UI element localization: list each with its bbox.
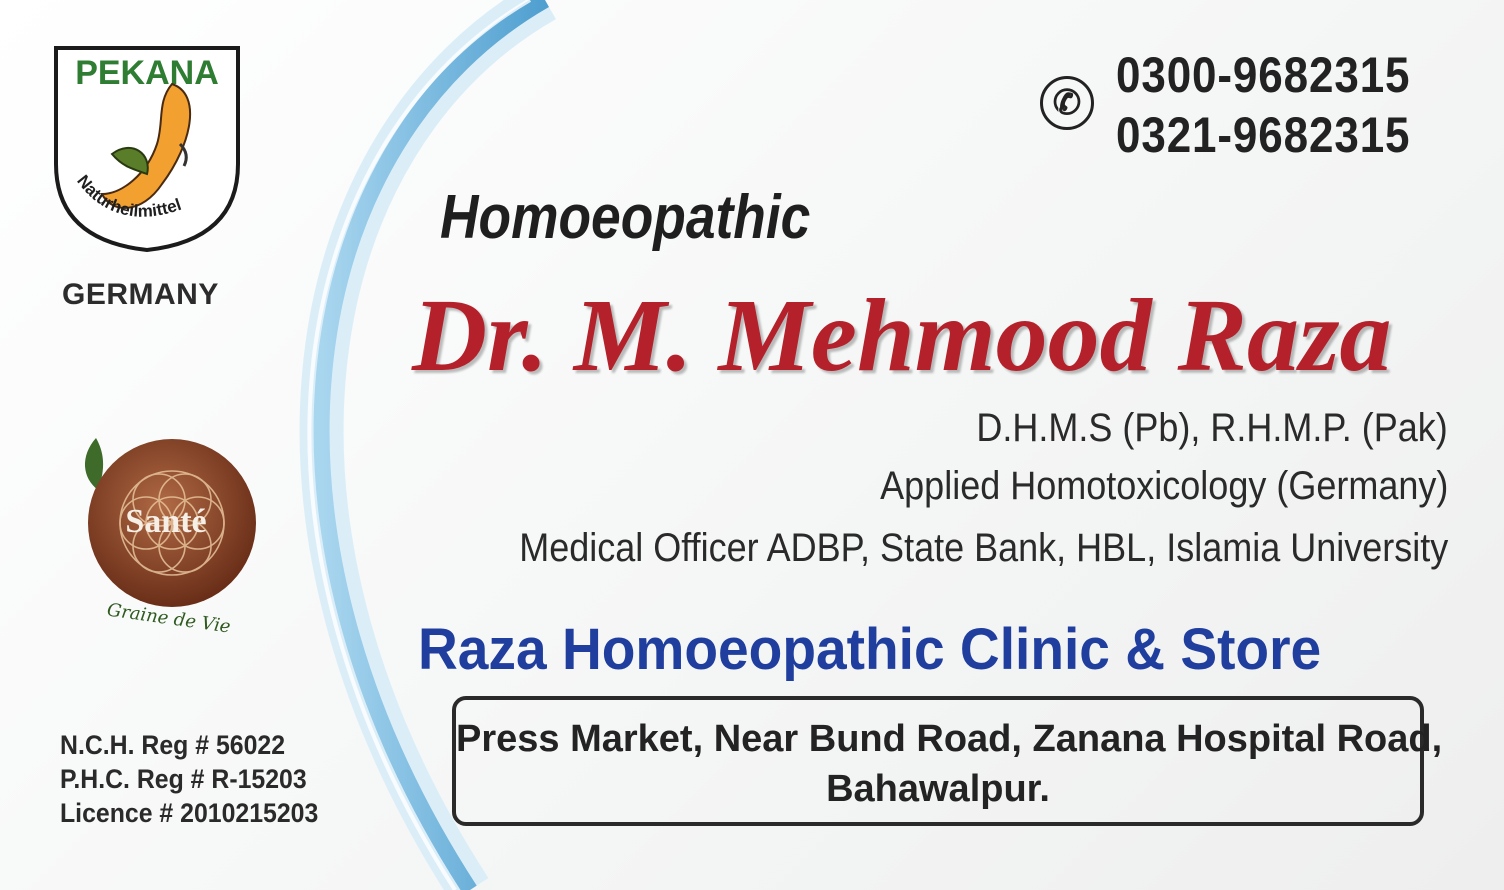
nch-registration: N.C.H. Reg # 56022	[60, 730, 286, 760]
sante-brand-text: Santé	[125, 503, 206, 540]
phone-number-2: 0321-9682315	[1116, 107, 1411, 163]
phone-icon: ✆	[1040, 76, 1094, 130]
address-line-1: Press Market, Near Bund Road, Zanana Hos…	[456, 718, 1443, 760]
qualification-line-3: Medical Officer ADBP, State Bank, HBL, I…	[518, 526, 1448, 570]
address-box: Press Market, Near Bund Road, Zanana Hos…	[452, 696, 1443, 826]
address-line-2: Bahawalpur.	[826, 768, 1050, 810]
business-card: PEKANA Naturheilmittel GERMANY Santé Gra…	[0, 0, 1504, 890]
specialty-title: Homoeopathic	[440, 183, 811, 252]
qualification-line-2: Applied Homotoxicology (Germany)	[879, 464, 1448, 508]
clinic-name: Raza Homoeopathic Clinic & Store	[418, 617, 1322, 682]
phc-registration: P.H.C. Reg # R-15203	[60, 764, 307, 794]
licence-number: Licence # 2010215203	[60, 798, 319, 828]
doctor-name: Dr. M. Mehmood Raza	[412, 278, 1392, 393]
qualification-line-1: D.H.M.S (Pb), R.H.M.P. (Pak)	[976, 406, 1448, 450]
sante-logo: Santé Graine de Vie	[84, 438, 256, 638]
phone-number-1: 0300-9682315	[1116, 47, 1411, 103]
pekana-country: GERMANY	[62, 278, 219, 311]
pekana-brand-text: PEKANA	[75, 54, 219, 92]
pekana-logo: PEKANA Naturheilmittel	[54, 46, 240, 253]
